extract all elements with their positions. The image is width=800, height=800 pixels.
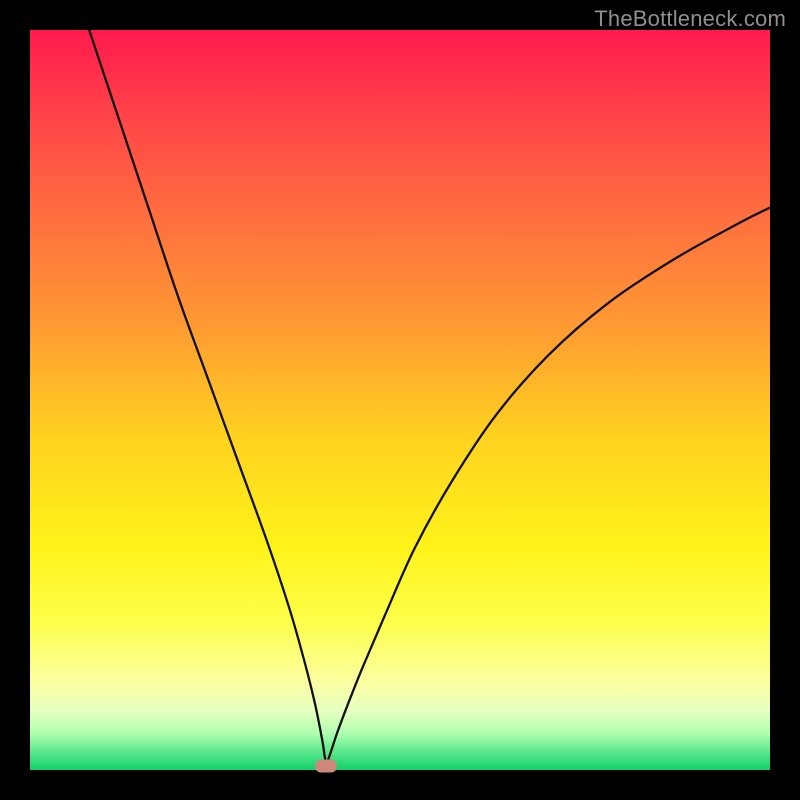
bottleneck-curve xyxy=(89,30,770,763)
chart-frame: TheBottleneck.com xyxy=(0,0,800,800)
watermark-text: TheBottleneck.com xyxy=(594,6,786,32)
plot-area xyxy=(30,30,770,770)
min-marker xyxy=(315,760,337,773)
curve-svg xyxy=(30,30,770,770)
